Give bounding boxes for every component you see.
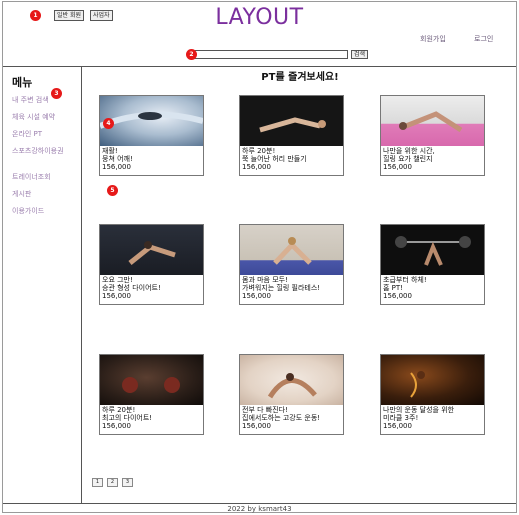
card-price: 156,000 (242, 163, 271, 171)
card-price: 156,000 (102, 422, 131, 430)
sidebar-item-voucher[interactable]: 스포츠강하이용권 (12, 147, 74, 156)
footer-divider (3, 503, 516, 504)
login-link[interactable]: 로그인 (474, 34, 493, 44)
page-title: PT를 즐겨보세요! (261, 72, 339, 83)
footer-text: 2022 by ksmart43 (227, 505, 292, 513)
card-subtitle: 쭉 늘어난 허리 만들기 (242, 155, 307, 163)
marker-1: 1 (30, 10, 41, 21)
card-price: 156,000 (102, 163, 131, 171)
product-card[interactable]: 오요 그만! 승관 형성 다이어트! 156,000 (99, 224, 204, 305)
marker-5: 5 (107, 185, 118, 196)
yoga-photo (381, 96, 484, 146)
card-price: 156,000 (242, 422, 271, 430)
product-card[interactable]: 하루 20분! 쭉 늘어난 허리 만들기 156,000 (239, 95, 344, 176)
site-logo[interactable]: LAYOUT (0, 5, 519, 30)
product-card[interactable]: 전부 다 빠진다! 집에서도하는 고강도 운동! 156,000 (239, 354, 344, 435)
pilates-photo (240, 225, 343, 275)
card-title: 하루 20분! (242, 147, 276, 155)
sidebar-divider (81, 67, 82, 503)
card-price: 156,000 (383, 292, 412, 300)
page-button-2[interactable]: 2 (107, 478, 118, 487)
card-subtitle: 승관 형성 다이어트! (102, 284, 161, 292)
card-title: 나만의 운동 달성을 위한 (383, 406, 455, 414)
card-title: 몸과 마음 모두! (242, 276, 288, 284)
card-price: 156,000 (242, 292, 271, 300)
card-subtitle: 홈 PT! (383, 284, 403, 292)
sidebar-item-online-pt[interactable]: 온라인 PT (12, 130, 74, 139)
product-card[interactable]: 몸과 마음 모두! 가벼워지는 힐링 필라테스! 156,000 (239, 224, 344, 305)
barbell-photo (381, 225, 484, 275)
product-card[interactable]: 나만의 운동 달성을 위한 미라클 3주! 156,000 (380, 354, 485, 435)
crunch-photo (100, 225, 203, 275)
card-subtitle: 가벼워지는 힐링 필라테스! (242, 284, 321, 292)
card-price: 156,000 (383, 163, 412, 171)
card-subtitle: 집에서도하는 고강도 운동! (242, 414, 321, 422)
marker-2: 2 (186, 49, 197, 60)
product-card[interactable]: 초급부터 하체! 홈 PT! 156,000 (380, 224, 485, 305)
card-subtitle: 미라클 3주! (383, 414, 419, 422)
sidebar-item-nearby[interactable]: 내 주변 검색 (12, 96, 74, 105)
card-title: 오요 그만! (102, 276, 133, 284)
signup-link[interactable]: 회원가입 (420, 34, 446, 44)
card-title: 하루 20분! (102, 406, 136, 414)
product-card[interactable]: 하루 20분! 최고의 다이어트! 156,000 (99, 354, 204, 435)
card-title: 재활! (102, 147, 118, 155)
sidebar-item-board[interactable]: 게시판 (12, 190, 74, 199)
product-card[interactable]: 나만을 위한 시간, 힐링 요가 챌린지 156,000 (380, 95, 485, 176)
search-input[interactable] (192, 50, 348, 59)
sidebar-item-trainers[interactable]: 트레이너조회 (12, 173, 74, 182)
marker-4: 4 (103, 118, 114, 129)
card-title: 전부 다 빠진다! (242, 406, 288, 414)
pushup-photo (240, 96, 343, 146)
card-subtitle: 뭉쳐 어깨! (102, 155, 133, 163)
boxer-photo (100, 355, 203, 405)
card-subtitle: 최고의 다이어트! (102, 414, 153, 422)
card-price: 156,000 (102, 292, 131, 300)
card-title: 초급부터 하체! (383, 276, 427, 284)
rope-training-photo (381, 355, 484, 405)
page-button-1[interactable]: 1 (92, 478, 103, 487)
card-subtitle: 힐링 요가 챌린지 (383, 155, 433, 163)
search-button[interactable]: 검색 (351, 50, 369, 59)
page-button-3[interactable]: 3 (122, 478, 133, 487)
card-price: 156,000 (383, 422, 412, 430)
header-divider (3, 66, 516, 67)
marker-3: 3 (51, 88, 62, 99)
sidebar-title: 메뉴 (12, 76, 33, 89)
sidebar-item-reservation[interactable]: 체육 시설 예약 (12, 113, 74, 122)
product-card[interactable]: 재활! 뭉쳐 어깨! 156,000 (99, 95, 204, 176)
card-title: 나만을 위한 시간, (383, 147, 435, 155)
sidebar-item-guide[interactable]: 이용가이드 (12, 207, 74, 216)
swimmer-photo (100, 96, 203, 146)
stretch-photo (240, 355, 343, 405)
